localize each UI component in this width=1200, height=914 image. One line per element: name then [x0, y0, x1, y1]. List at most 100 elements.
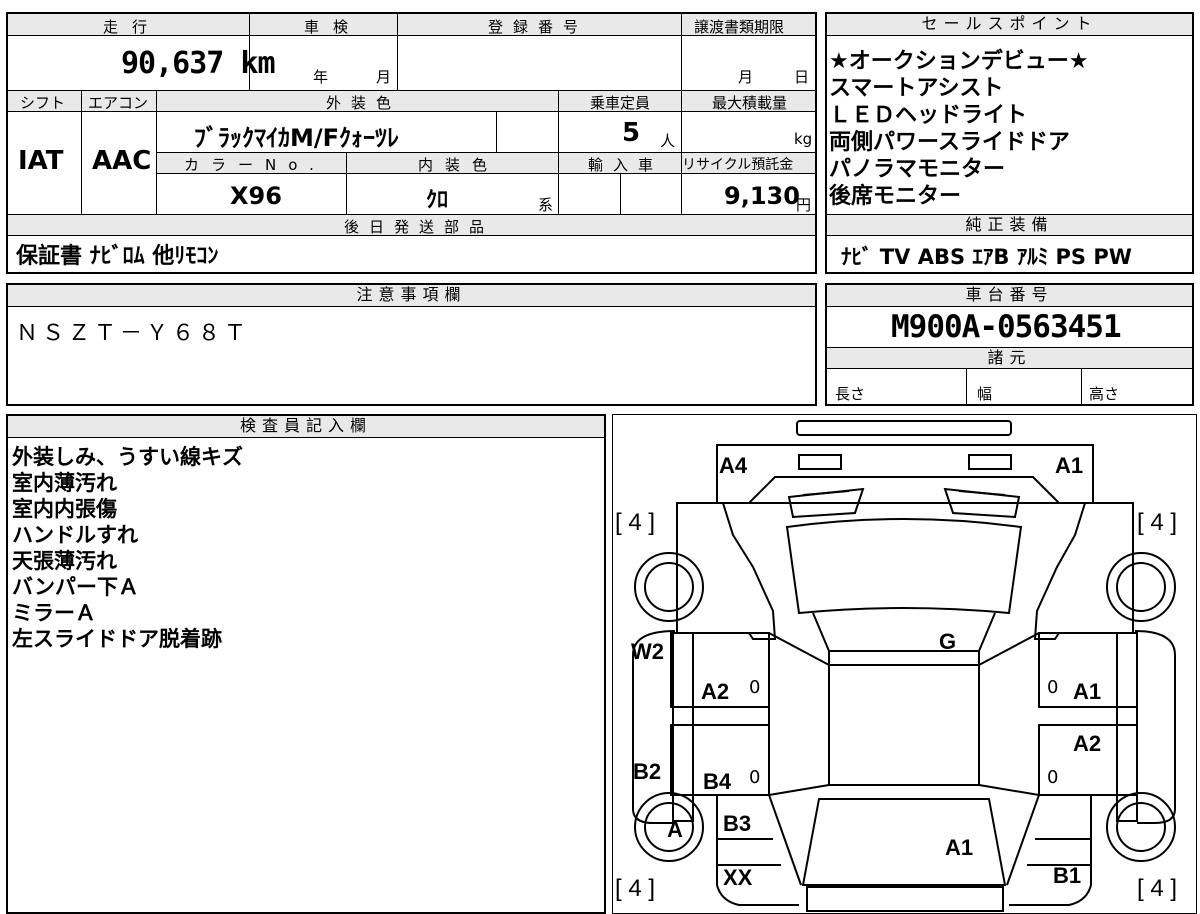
car-outline [632, 420, 1176, 912]
label-interior-color: 内装色 [418, 156, 500, 174]
inspector-comment: ミラーＡ [12, 601, 96, 625]
sales-points-list: ★オークションデビュー★ スマートアシスト ＬＥＤヘッドライト 両側パワースライ… [829, 48, 1088, 210]
sales-point: ★オークションデビュー★ [829, 49, 1089, 74]
tire-rear-right: [ 4 ] [1137, 875, 1178, 902]
zero-mark: 0 [1047, 767, 1059, 788]
notes-value: ＮＳＺＴ－Ｙ６８Ｔ [16, 321, 251, 346]
mark-left-front-door: A2 [701, 679, 730, 704]
max-load-unit: kg [794, 130, 813, 148]
notes-header: 注意事項欄 [8, 285, 815, 307]
mark-left-sill: B3 [723, 811, 752, 836]
mark-front-left: A4 [719, 453, 748, 478]
label-import: 輸入車 [588, 156, 664, 174]
chassis-value: M900A-0563451 [891, 309, 1122, 345]
inspector-comment: 左スライドドア脱着跡 [12, 627, 222, 651]
divider [156, 90, 157, 214]
capacity-value: 5 [622, 118, 641, 148]
mark-rear-center: A1 [945, 835, 974, 860]
divider [681, 14, 682, 90]
divider [620, 174, 621, 214]
spec-width-label: 幅 [977, 385, 993, 403]
label-capacity: 乗車定員 [590, 94, 651, 112]
tire-front-right: [ 4 ] [1137, 509, 1178, 536]
mark-right-rear-door: A2 [1073, 731, 1102, 756]
label-max-load: 最大積載量 [712, 94, 788, 112]
aircon-value: AAC [92, 146, 152, 176]
shift-value: IAT [18, 146, 64, 176]
genuine-equipment-value: ﾅﾋﾞ TV ABS ｴｱB ｱﾙﾐ PS PW [841, 245, 1132, 269]
divider [558, 90, 559, 214]
inspector-notes-header: 検査員記入欄 [8, 416, 604, 438]
inspector-comment: 天張薄汚れ [12, 549, 117, 573]
mark-left-rear-quarter: B2 [633, 759, 662, 784]
chassis-block: 車台番号 M900A-0563451 諸元 長さ 幅 高さ [825, 283, 1194, 406]
deadline-day-unit: 日 [794, 68, 810, 86]
sales-points-header: セールスポイント [827, 14, 1192, 36]
chassis-header: 車台番号 [827, 285, 1192, 307]
capacity-unit: 人 [660, 132, 676, 150]
divider [1081, 369, 1082, 404]
sales-point: ＬＥＤヘッドライト [829, 103, 1028, 128]
recycle-deposit-value: 9,130 [724, 182, 800, 210]
inspector-notes-block: 検査員記入欄 外装しみ、うすい線キズ 室内薄汚れ 室内内張傷 ハンドルすれ 天張… [6, 414, 606, 914]
mark-left-rear-door: B4 [703, 769, 732, 794]
label-shift: シフト [20, 94, 66, 112]
divider [81, 90, 82, 214]
color-no-value: X96 [230, 182, 282, 210]
tire-front-left: [ 4 ] [615, 509, 656, 536]
inspection-month-unit: 月 [376, 68, 392, 86]
label-aircon: エアコン [88, 94, 149, 112]
label-inspection: 車検 [304, 18, 363, 36]
inspection-year-unit: 年 [313, 68, 329, 86]
sales-point: 両側パワースライドドア [829, 130, 1070, 155]
mark-right-front-door: A1 [1073, 679, 1102, 704]
zero-mark: 0 [749, 677, 761, 698]
mark-right-rear: B1 [1053, 863, 1082, 888]
label-exterior-color: 外装色 [326, 94, 402, 112]
sales-points-block: セールスポイント ★オークションデビュー★ スマートアシスト ＬＥＤヘッドライト… [825, 12, 1194, 274]
spec-height-label: 高さ [1089, 385, 1120, 403]
inspector-comment: バンパー下Ａ [12, 575, 140, 599]
sales-point: 後席モニター [829, 184, 962, 209]
divider [496, 112, 497, 152]
label-transfer-deadline: 譲渡書類期限 [694, 18, 785, 36]
exterior-color-value: ﾌﾞﾗｯｸﾏｲｶM/Fｸｫｰﾂﾚ [194, 124, 400, 152]
spec-length-label: 長さ [835, 385, 866, 403]
recycle-yen-unit: 円 [796, 196, 812, 214]
sales-point: パノラマモニター [829, 157, 1006, 182]
mark-left-front-panel: W2 [631, 639, 664, 664]
mark-left-rear-wheel: A [667, 817, 683, 842]
later-shipping-value: 保証書 ﾅﾋﾞﾛﾑ 他ﾘﾓｺﾝ [16, 244, 219, 269]
label-mileage: 走行 [103, 18, 162, 36]
inspector-comments: 外装しみ、うすい線キズ 室内薄汚れ 室内内張傷 ハンドルすれ 天張薄汚れ バンパ… [12, 444, 243, 652]
vehicle-info-block: 走行 車検 登録番号 譲渡書類期限 90,637 km 年 月 月 日 シフト … [6, 12, 817, 274]
sales-point: スマートアシスト [829, 76, 1004, 101]
interior-series-unit: 系 [538, 196, 554, 214]
inspector-comment: 室内薄汚れ [12, 471, 117, 495]
divider [681, 90, 682, 214]
mileage-value: 90,637 km [121, 46, 276, 81]
label-later-shipping: 後日発送部品 [344, 218, 495, 236]
divider [966, 369, 967, 404]
divider [249, 14, 250, 90]
zero-mark: 0 [1047, 677, 1059, 698]
mark-front-right: A1 [1055, 453, 1084, 478]
label-color-no: カラーNo. [184, 156, 326, 174]
notes-block: 注意事項欄 ＮＳＺＴ－Ｙ６８Ｔ [6, 283, 817, 406]
inspector-comment: ハンドルすれ [12, 523, 138, 547]
deadline-month-unit: 月 [738, 68, 754, 86]
label-recycle-deposit: リサイクル預託金 [682, 157, 794, 173]
specs-header: 諸元 [827, 347, 1192, 369]
divider [397, 14, 398, 90]
label-registration-no: 登録番号 [488, 18, 589, 36]
divider [346, 152, 347, 214]
mark-left-rear: XX [723, 865, 753, 890]
tire-rear-left: [ 4 ] [615, 875, 656, 902]
mark-windshield: G [939, 629, 957, 654]
interior-color-value: ｸﾛ [426, 188, 449, 213]
genuine-equipment-header: 純正装備 [827, 214, 1192, 236]
inspector-comment: 室内内張傷 [12, 497, 117, 521]
car-diagram-block: [ 4 ] [ 4 ] [ 4 ] [ 4 ] A4 A1 G W2 A2 B4… [612, 414, 1197, 914]
inspector-comment: 外装しみ、うすい線キズ [12, 445, 243, 469]
zero-mark: 0 [749, 767, 761, 788]
